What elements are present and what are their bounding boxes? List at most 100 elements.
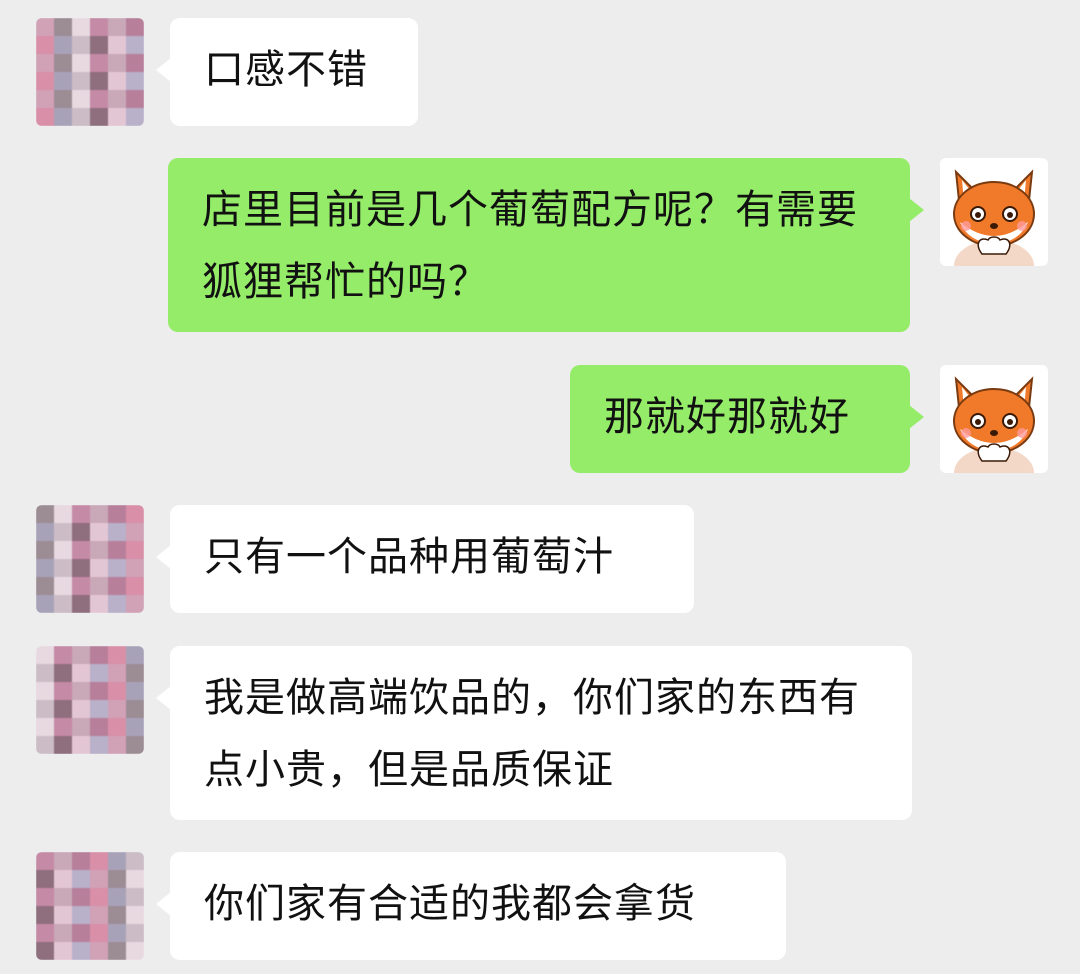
- avatar[interactable]: [36, 18, 144, 126]
- pixelated-avatar-image: [36, 505, 144, 613]
- mosaic-tile: [108, 852, 126, 870]
- mosaic-tile: [90, 870, 108, 888]
- mosaic-tile: [90, 682, 108, 700]
- mosaic-tile: [90, 700, 108, 718]
- avatar[interactable]: [940, 158, 1048, 266]
- mosaic-tile: [72, 888, 90, 906]
- mosaic-tile: [72, 700, 90, 718]
- mosaic-tile: [126, 700, 144, 718]
- message-bubble-outgoing[interactable]: 那就好那就好: [570, 365, 924, 473]
- mosaic-tile: [108, 18, 126, 36]
- message-bubble-outgoing[interactable]: 店里目前是几个葡萄配方呢？有需要狐狸帮忙的吗？: [168, 158, 924, 332]
- mosaic-tile: [90, 54, 108, 72]
- mosaic-tile: [72, 523, 90, 541]
- avatar[interactable]: [940, 365, 1048, 473]
- mosaic-tile: [36, 18, 54, 36]
- mosaic-tile: [54, 718, 72, 736]
- mosaic-tile: [36, 72, 54, 90]
- mosaic-tile: [108, 559, 126, 577]
- mosaic-tile: [90, 906, 108, 924]
- mosaic-tile: [36, 541, 54, 559]
- message-bubble-incoming[interactable]: 口感不错: [156, 18, 418, 126]
- mosaic-tile: [126, 852, 144, 870]
- mosaic-tile: [36, 718, 54, 736]
- mosaic-tile: [90, 18, 108, 36]
- mosaic-tile: [54, 852, 72, 870]
- mosaic-tile: [126, 54, 144, 72]
- mosaic-tile: [54, 577, 72, 595]
- mosaic-tile: [126, 942, 144, 960]
- mosaic-tile: [108, 718, 126, 736]
- mosaic-tile: [90, 942, 108, 960]
- mosaic-tile: [72, 852, 90, 870]
- mosaic-tile: [36, 852, 54, 870]
- mosaic-tile: [108, 108, 126, 126]
- mosaic-tile: [36, 924, 54, 942]
- mosaic-tile: [108, 595, 126, 613]
- mosaic-tile: [126, 736, 144, 754]
- mosaic-tile: [108, 942, 126, 960]
- mosaic-tile: [108, 736, 126, 754]
- mosaic-tile: [36, 36, 54, 54]
- message-bubble-incoming[interactable]: 你们家有合适的我都会拿货: [156, 852, 786, 960]
- mosaic-tile: [126, 90, 144, 108]
- message-text: 我是做高端饮品的，你们家的东西有点小贵，但是品质保证: [204, 675, 860, 793]
- mosaic-tile: [108, 54, 126, 72]
- mosaic-tile: [36, 736, 54, 754]
- mosaic-tile: [90, 888, 108, 906]
- message-text: 口感不错: [204, 47, 368, 93]
- mosaic-tile: [90, 541, 108, 559]
- message-bubble-incoming[interactable]: 我是做高端饮品的，你们家的东西有点小贵，但是品质保证: [156, 646, 912, 820]
- mosaic-tile: [90, 90, 108, 108]
- mosaic-tile: [54, 559, 72, 577]
- mosaic-tile: [36, 942, 54, 960]
- mosaic-tile: [108, 72, 126, 90]
- mosaic-tile: [90, 595, 108, 613]
- mosaic-tile: [108, 906, 126, 924]
- mosaic-tile: [72, 36, 90, 54]
- mosaic-tile: [36, 682, 54, 700]
- mosaic-tile: [36, 90, 54, 108]
- mosaic-tile: [126, 870, 144, 888]
- avatar[interactable]: [36, 646, 144, 754]
- avatar[interactable]: [36, 505, 144, 613]
- mosaic-tile: [54, 108, 72, 126]
- mosaic-tile: [54, 942, 72, 960]
- mosaic-tile: [54, 54, 72, 72]
- message-text: 那就好那就好: [604, 394, 850, 440]
- mosaic-tile: [126, 523, 144, 541]
- fox-icon: [953, 169, 1035, 266]
- mosaic-tile: [126, 505, 144, 523]
- mosaic-tile: [36, 906, 54, 924]
- mosaic-tile: [90, 108, 108, 126]
- mosaic-tile: [90, 72, 108, 90]
- mosaic-tile: [36, 108, 54, 126]
- mosaic-tile: [72, 108, 90, 126]
- mosaic-tile: [36, 559, 54, 577]
- mosaic-tile: [90, 736, 108, 754]
- mosaic-tile: [126, 646, 144, 664]
- mosaic-tile: [54, 18, 72, 36]
- mosaic-tile: [126, 682, 144, 700]
- message-bubble-incoming[interactable]: 只有一个品种用葡萄汁: [156, 505, 694, 613]
- mosaic-tile: [72, 870, 90, 888]
- mosaic-tile: [54, 523, 72, 541]
- mosaic-tile: [36, 870, 54, 888]
- mosaic-tile: [72, 595, 90, 613]
- mosaic-tile: [72, 924, 90, 942]
- mosaic-tile: [54, 700, 72, 718]
- mosaic-tile: [54, 90, 72, 108]
- mosaic-tile: [126, 577, 144, 595]
- mosaic-tile: [108, 870, 126, 888]
- mosaic-tile: [126, 559, 144, 577]
- mosaic-tile: [90, 505, 108, 523]
- mosaic-tile: [108, 664, 126, 682]
- mosaic-tile: [72, 718, 90, 736]
- mosaic-tile: [36, 700, 54, 718]
- mosaic-tile: [108, 90, 126, 108]
- mosaic-tile: [90, 718, 108, 736]
- mosaic-tile: [54, 541, 72, 559]
- avatar[interactable]: [36, 852, 144, 960]
- mosaic-tile: [90, 577, 108, 595]
- mosaic-tile: [126, 924, 144, 942]
